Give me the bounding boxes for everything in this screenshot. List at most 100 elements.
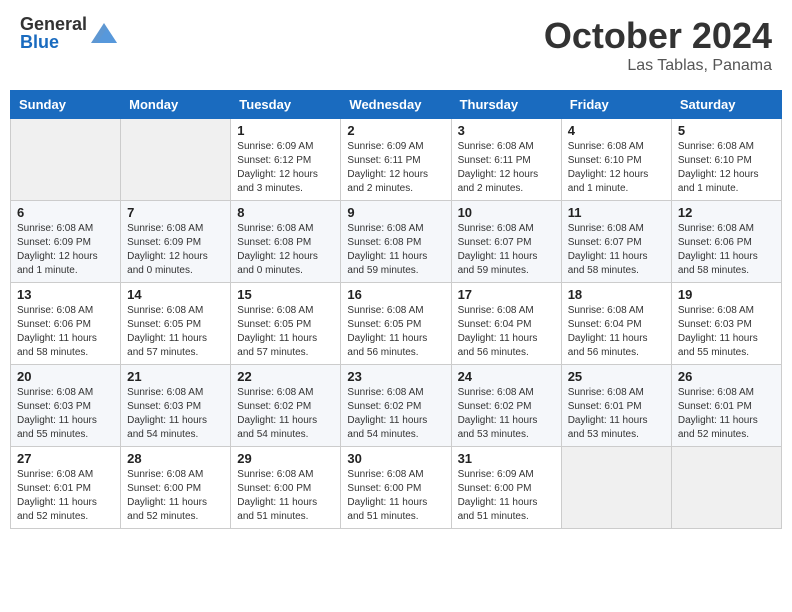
day-info: Sunrise: 6:08 AMSunset: 6:05 PMDaylight:…	[237, 304, 334, 360]
calendar-cell: 30Sunrise: 6:08 AMSunset: 6:00 PMDayligh…	[341, 447, 451, 529]
day-info: Sunrise: 6:09 AMSunset: 6:11 PMDaylight:…	[347, 140, 444, 196]
calendar-cell	[121, 119, 231, 201]
day-info: Sunrise: 6:08 AMSunset: 6:00 PMDaylight:…	[237, 468, 334, 524]
calendar-cell	[671, 447, 781, 529]
calendar-cell: 15 Sunrise: 6:08 AMSunset: 6:05 PMDayligh…	[231, 283, 341, 365]
day-header-sunday: Sunday	[11, 91, 121, 119]
month-title: October 2024	[544, 15, 772, 57]
day-info: Sunrise: 6:08 AMSunset: 6:02 PMDaylight:…	[458, 386, 555, 442]
calendar-week-row: 1Sunrise: 6:09 AMSunset: 6:12 PMDaylight…	[11, 119, 782, 201]
day-number: 24	[458, 369, 555, 384]
day-info: Sunrise: 6:08 AMSunset: 6:09 PMDaylight:…	[127, 222, 224, 278]
calendar-cell: 3 Sunrise: 6:08 AMSunset: 6:11 PMDaylight…	[451, 119, 561, 201]
day-info: Sunrise: 6:08 AMSunset: 6:01 PMDaylight:…	[678, 386, 775, 442]
day-info: Sunrise: 6:08 AMSunset: 6:03 PMDaylight:…	[678, 304, 775, 360]
day-number: 26	[678, 369, 775, 384]
day-number: 1	[237, 123, 334, 138]
calendar-cell: 31 Sunrise: 6:09 AMSunset: 6:00 PMDayligh…	[451, 447, 561, 529]
calendar-header-row: SundayMondayTuesdayWednesdayThursdayFrid…	[11, 91, 782, 119]
day-number: 18	[568, 287, 665, 302]
calendar-cell: 20 Sunrise: 6:08 AMSunset: 6:03 PMDayligh…	[11, 365, 121, 447]
day-info: Sunrise: 6:09 AMSunset: 6:00 PMDaylight:…	[458, 468, 555, 524]
calendar-cell: 12 Sunrise: 6:08 AMSunset: 6:06 PMDayligh…	[671, 201, 781, 283]
day-number: 21	[127, 369, 224, 384]
calendar-week-row: 6 Sunrise: 6:08 AMSunset: 6:09 PMDaylight…	[11, 201, 782, 283]
calendar-cell: 28 Sunrise: 6:08 AMSunset: 6:00 PMDayligh…	[121, 447, 231, 529]
logo: General Blue	[20, 15, 119, 51]
day-number: 15	[237, 287, 334, 302]
day-info: Sunrise: 6:08 AMSunset: 6:05 PMDaylight:…	[347, 304, 444, 360]
day-info: Sunrise: 6:08 AMSunset: 6:08 PMDaylight:…	[347, 222, 444, 278]
calendar-cell: 24 Sunrise: 6:08 AMSunset: 6:02 PMDayligh…	[451, 365, 561, 447]
day-number: 14	[127, 287, 224, 302]
day-info: Sunrise: 6:08 AMSunset: 6:00 PMDaylight:…	[347, 468, 444, 524]
day-number: 2	[347, 123, 444, 138]
day-header-wednesday: Wednesday	[341, 91, 451, 119]
day-header-saturday: Saturday	[671, 91, 781, 119]
day-number: 16	[347, 287, 444, 302]
day-info: Sunrise: 6:08 AMSunset: 6:02 PMDaylight:…	[237, 386, 334, 442]
calendar-cell	[561, 447, 671, 529]
logo-general-text: General	[20, 15, 87, 33]
day-info: Sunrise: 6:08 AMSunset: 6:06 PMDaylight:…	[678, 222, 775, 278]
day-number: 7	[127, 205, 224, 220]
calendar-cell: 7 Sunrise: 6:08 AMSunset: 6:09 PMDaylight…	[121, 201, 231, 283]
day-number: 3	[458, 123, 555, 138]
day-number: 19	[678, 287, 775, 302]
day-info: Sunrise: 6:08 AMSunset: 6:11 PMDaylight:…	[458, 140, 555, 196]
day-info: Sunrise: 6:08 AMSunset: 6:02 PMDaylight:…	[347, 386, 444, 442]
day-info: Sunrise: 6:08 AMSunset: 6:10 PMDaylight:…	[678, 140, 775, 196]
day-number: 9	[347, 205, 444, 220]
calendar-week-row: 13Sunrise: 6:08 AMSunset: 6:06 PMDayligh…	[11, 283, 782, 365]
calendar-cell: 14 Sunrise: 6:08 AMSunset: 6:05 PMDayligh…	[121, 283, 231, 365]
calendar-cell: 22 Sunrise: 6:08 AMSunset: 6:02 PMDayligh…	[231, 365, 341, 447]
day-number: 4	[568, 123, 665, 138]
day-number: 23	[347, 369, 444, 384]
calendar-cell: 6Sunrise: 6:08 AMSunset: 6:09 PMDaylight…	[11, 201, 121, 283]
calendar-cell: 1Sunrise: 6:09 AMSunset: 6:12 PMDaylight…	[231, 119, 341, 201]
calendar-cell: 2 Sunrise: 6:09 AMSunset: 6:11 PMDaylight…	[341, 119, 451, 201]
calendar-cell: 19 Sunrise: 6:08 AMSunset: 6:03 PMDayligh…	[671, 283, 781, 365]
day-number: 20	[17, 369, 114, 384]
calendar-cell: 25Sunrise: 6:08 AMSunset: 6:01 PMDayligh…	[561, 365, 671, 447]
day-number: 22	[237, 369, 334, 384]
day-number: 31	[458, 451, 555, 466]
calendar-cell: 4Sunrise: 6:08 AMSunset: 6:10 PMDaylight…	[561, 119, 671, 201]
day-header-friday: Friday	[561, 91, 671, 119]
calendar-table: SundayMondayTuesdayWednesdayThursdayFrid…	[10, 90, 782, 529]
calendar-week-row: 20 Sunrise: 6:08 AMSunset: 6:03 PMDayligh…	[11, 365, 782, 447]
day-header-monday: Monday	[121, 91, 231, 119]
calendar-cell: 27Sunrise: 6:08 AMSunset: 6:01 PMDayligh…	[11, 447, 121, 529]
day-number: 6	[17, 205, 114, 220]
day-number: 10	[458, 205, 555, 220]
day-info: Sunrise: 6:08 AMSunset: 6:01 PMDaylight:…	[568, 386, 665, 442]
calendar-cell: 13Sunrise: 6:08 AMSunset: 6:06 PMDayligh…	[11, 283, 121, 365]
calendar-cell: 29 Sunrise: 6:08 AMSunset: 6:00 PMDayligh…	[231, 447, 341, 529]
calendar-cell: 5 Sunrise: 6:08 AMSunset: 6:10 PMDaylight…	[671, 119, 781, 201]
day-number: 29	[237, 451, 334, 466]
day-number: 13	[17, 287, 114, 302]
logo-icon	[89, 18, 119, 48]
day-info: Sunrise: 6:08 AMSunset: 6:05 PMDaylight:…	[127, 304, 224, 360]
day-info: Sunrise: 6:08 AMSunset: 6:07 PMDaylight:…	[568, 222, 665, 278]
calendar-week-row: 27Sunrise: 6:08 AMSunset: 6:01 PMDayligh…	[11, 447, 782, 529]
title-section: October 2024 Las Tablas, Panama	[544, 15, 772, 75]
day-number: 12	[678, 205, 775, 220]
calendar-cell: 9 Sunrise: 6:08 AMSunset: 6:08 PMDaylight…	[341, 201, 451, 283]
day-info: Sunrise: 6:08 AMSunset: 6:04 PMDaylight:…	[568, 304, 665, 360]
day-number: 17	[458, 287, 555, 302]
day-info: Sunrise: 6:08 AMSunset: 6:07 PMDaylight:…	[458, 222, 555, 278]
day-info: Sunrise: 6:08 AMSunset: 6:01 PMDaylight:…	[17, 468, 114, 524]
day-number: 8	[237, 205, 334, 220]
day-info: Sunrise: 6:08 AMSunset: 6:03 PMDaylight:…	[17, 386, 114, 442]
logo-blue-text: Blue	[20, 33, 87, 51]
day-number: 28	[127, 451, 224, 466]
day-info: Sunrise: 6:08 AMSunset: 6:00 PMDaylight:…	[127, 468, 224, 524]
calendar-cell: 8Sunrise: 6:08 AMSunset: 6:08 PMDaylight…	[231, 201, 341, 283]
calendar-cell: 18 Sunrise: 6:08 AMSunset: 6:04 PMDayligh…	[561, 283, 671, 365]
day-info: Sunrise: 6:08 AMSunset: 6:04 PMDaylight:…	[458, 304, 555, 360]
day-number: 5	[678, 123, 775, 138]
calendar-cell: 11Sunrise: 6:08 AMSunset: 6:07 PMDayligh…	[561, 201, 671, 283]
calendar-cell	[11, 119, 121, 201]
day-info: Sunrise: 6:08 AMSunset: 6:03 PMDaylight:…	[127, 386, 224, 442]
